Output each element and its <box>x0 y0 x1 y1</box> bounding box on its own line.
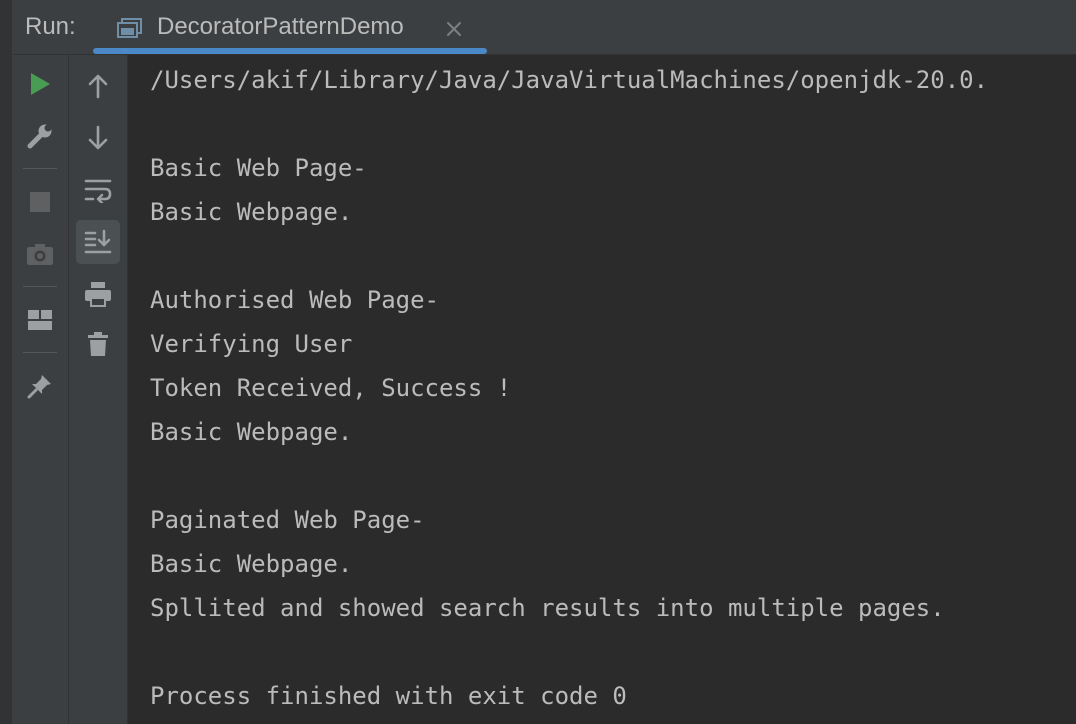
print-button[interactable] <box>76 272 120 316</box>
soft-wrap-button[interactable] <box>76 168 120 212</box>
scroll-to-end-icon <box>84 229 112 254</box>
console-line: Verifying User <box>150 330 353 358</box>
run-tool-window: Run: DecoratorPatternDemo /Users/akif/Li… <box>0 0 1076 724</box>
pin-tab-button[interactable] <box>18 364 62 408</box>
console-line: Basic Web Page- <box>150 154 367 182</box>
stop-button[interactable] <box>18 180 62 224</box>
console-line: Basic Webpage. <box>150 550 353 578</box>
arrow-down-icon <box>88 125 108 150</box>
console-line: /Users/akif/Library/Java/JavaVirtualMach… <box>150 66 989 94</box>
toolbar-separator <box>23 352 57 353</box>
console-output[interactable]: /Users/akif/Library/Java/JavaVirtualMach… <box>128 55 1076 724</box>
run-header: Run: DecoratorPatternDemo <box>13 0 1076 55</box>
console-line: Process finished with exit code 0 <box>150 682 627 710</box>
scroll-to-end-button[interactable] <box>76 220 120 264</box>
tab-decorator-pattern-demo[interactable]: DecoratorPatternDemo <box>93 0 487 54</box>
console-toolbar <box>69 55 128 724</box>
console-line: Token Received, Success ! <box>150 374 512 402</box>
console-line: Paginated Web Page- <box>150 506 425 534</box>
console-line: Basic Webpage. <box>150 418 353 446</box>
toolbar-separator <box>23 286 57 287</box>
console-line: Spllited and showed search results into … <box>150 594 945 622</box>
dump-threads-button[interactable] <box>18 232 62 276</box>
stop-icon <box>30 192 50 212</box>
soft-wrap-icon <box>84 179 112 203</box>
edit-configuration-button[interactable] <box>18 114 62 158</box>
close-icon[interactable] <box>445 20 463 38</box>
rerun-button[interactable] <box>18 62 62 106</box>
arrow-up-icon <box>88 74 108 99</box>
run-label: Run: <box>25 13 76 40</box>
restore-layout-button[interactable] <box>18 298 62 342</box>
tab-title: DecoratorPatternDemo <box>157 13 404 40</box>
run-toolbar <box>13 55 69 724</box>
print-icon <box>85 282 111 307</box>
console-line: Basic Webpage. <box>150 198 353 226</box>
up-stack-trace-button[interactable] <box>76 64 120 108</box>
toolbar-separator <box>23 168 57 169</box>
wrench-icon <box>27 124 52 149</box>
console-line: Authorised Web Page- <box>150 286 439 314</box>
clear-all-button[interactable] <box>76 322 120 366</box>
console-window-icon <box>117 18 143 38</box>
window-edge <box>0 0 13 724</box>
pin-icon <box>27 375 51 399</box>
trash-icon <box>88 332 108 356</box>
camera-icon <box>27 244 53 265</box>
down-stack-trace-button[interactable] <box>76 116 120 160</box>
layout-icon <box>28 310 52 330</box>
tab-active-indicator <box>93 48 487 54</box>
rerun-icon <box>31 73 50 95</box>
